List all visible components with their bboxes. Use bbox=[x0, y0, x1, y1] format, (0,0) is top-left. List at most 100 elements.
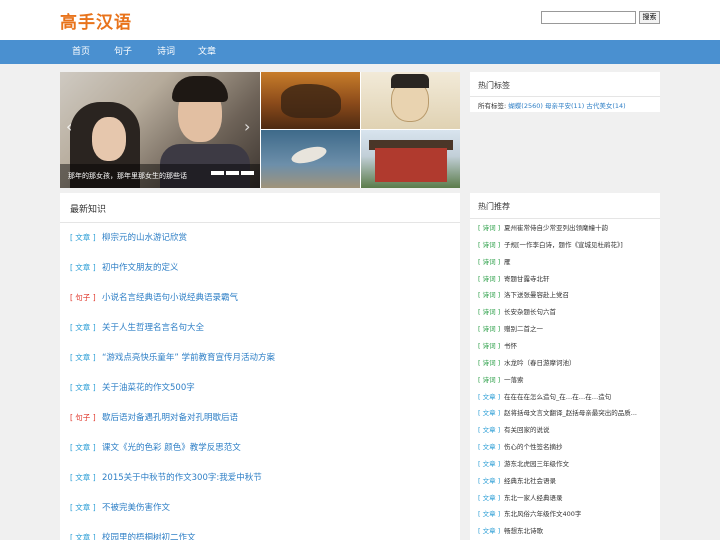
nav-item-poems[interactable]: 诗词 bbox=[157, 40, 175, 64]
category-tag[interactable]: [ 诗词 ] bbox=[478, 340, 504, 352]
list-item[interactable]: [ 文章 ] 2015关于中秋节的作文300字:我爱中秋节 bbox=[70, 471, 262, 485]
category-tag[interactable]: [ 文章 ] bbox=[70, 321, 102, 335]
list-item[interactable]: [ 诗词 ] 一落索 bbox=[478, 374, 656, 386]
list-item[interactable]: [ 文章 ] 经典东北社会语录 bbox=[478, 475, 656, 487]
list-item[interactable]: [ 文章 ] 东北一家人经典语录 bbox=[478, 492, 656, 504]
carousel-prev-icon[interactable]: ‹ bbox=[66, 117, 72, 136]
category-tag[interactable]: [ 文章 ] bbox=[70, 441, 102, 455]
list-item[interactable]: [ 文章 ] 不被完美伤害作文 bbox=[70, 501, 170, 515]
article-link[interactable]: 不被完美伤害作文 bbox=[102, 503, 170, 513]
list-item[interactable]: [ 诗词 ] 赠别二首之一 bbox=[478, 323, 656, 335]
category-tag[interactable]: [ 文章 ] bbox=[478, 424, 504, 436]
list-item[interactable]: [ 句子 ] 小说名言经典语句小说经典语录霸气 bbox=[70, 291, 238, 305]
category-tag[interactable]: [ 诗词 ] bbox=[478, 374, 504, 386]
carousel-next-icon[interactable]: › bbox=[244, 117, 250, 136]
search-input[interactable] bbox=[541, 11, 636, 24]
nav-item-articles[interactable]: 文章 bbox=[198, 40, 216, 64]
list-item[interactable]: [ 诗词 ] 书怀 bbox=[478, 340, 656, 352]
category-tag[interactable]: [ 诗词 ] bbox=[478, 357, 504, 369]
category-tag[interactable]: [ 句子 ] bbox=[70, 411, 102, 425]
list-item[interactable]: [ 文章 ] 有关回家的说说 bbox=[478, 424, 656, 436]
category-tag[interactable]: [ 诗词 ] bbox=[478, 289, 504, 301]
category-tag[interactable]: [ 文章 ] bbox=[70, 381, 102, 395]
list-item[interactable]: [ 诗词 ] 洛下送张曼容赴上党召 bbox=[478, 289, 656, 301]
category-tag[interactable]: [ 文章 ] bbox=[70, 261, 102, 275]
article-link[interactable]: 柳宗元的山水游记欣赏 bbox=[102, 233, 187, 243]
article-link[interactable]: 书怀 bbox=[504, 342, 517, 350]
article-link[interactable]: 关于油菜花的作文500字 bbox=[102, 383, 195, 393]
category-tag[interactable]: [ 文章 ] bbox=[478, 391, 504, 403]
list-item[interactable]: [ 文章 ] 伤心的个性签名摘抄 bbox=[478, 441, 656, 453]
category-tag[interactable]: [ 文章 ] bbox=[70, 351, 102, 365]
article-link[interactable]: 洛下送张曼容赴上党召 bbox=[504, 291, 569, 299]
category-tag[interactable]: [ 文章 ] bbox=[478, 441, 504, 453]
article-link[interactable]: 初中作文朋友的定义 bbox=[102, 263, 179, 273]
article-link[interactable]: 关于人生哲理名言名句大全 bbox=[102, 323, 204, 333]
article-link[interactable]: 歇后语对备遇孔明对备对孔明歇后语 bbox=[102, 413, 238, 423]
category-tag[interactable]: [ 文章 ] bbox=[478, 492, 504, 504]
list-item[interactable]: [ 诗词 ] 雁 bbox=[478, 256, 656, 268]
list-item[interactable]: [ 文章 ] 赵将括母文言文翻译_赵括母亲最突出的品质... bbox=[478, 407, 656, 419]
category-tag[interactable]: [ 句子 ] bbox=[70, 291, 102, 305]
article-link[interactable]: 校园里的梧桐树初二作文 bbox=[102, 533, 196, 540]
list-item[interactable]: [ 诗词 ] 寄题甘露寺北轩 bbox=[478, 273, 656, 285]
article-link[interactable]: 经典东北社会语录 bbox=[504, 477, 556, 485]
list-item[interactable]: [ 文章 ] 初中作文朋友的定义 bbox=[70, 261, 179, 275]
category-tag[interactable]: [ 文章 ] bbox=[478, 475, 504, 487]
search-button[interactable]: 搜索 bbox=[639, 11, 660, 24]
article-link[interactable]: “游戏点亮快乐童年” 学前教育宣传月活动方案 bbox=[102, 353, 275, 363]
carousel-dot[interactable] bbox=[241, 171, 254, 175]
list-item[interactable]: [ 文章 ] 关于人生哲理名言名句大全 bbox=[70, 321, 204, 335]
hot-tags-links[interactable]: 蝴蝶(2560) 母亲平安(11) 古代美女(14) bbox=[508, 102, 625, 110]
article-link[interactable]: 一落索 bbox=[504, 376, 524, 384]
list-item[interactable]: [ 诗词 ] 长安杂题长句六首 bbox=[478, 306, 656, 318]
article-link[interactable]: 东北风俗六年级作文400字 bbox=[504, 510, 581, 518]
list-item[interactable]: [ 文章 ] 柳宗元的山水游记欣赏 bbox=[70, 231, 187, 245]
list-item[interactable]: [ 文章 ] 畅想东北诗歌 bbox=[478, 525, 656, 537]
thumb-image-battle[interactable] bbox=[261, 72, 360, 129]
article-link[interactable]: 有关回家的说说 bbox=[504, 426, 550, 434]
article-link[interactable]: 长安杂题长句六首 bbox=[504, 308, 556, 316]
nav-item-home[interactable]: 首页 bbox=[72, 40, 90, 64]
category-tag[interactable]: [ 诗词 ] bbox=[478, 222, 504, 234]
category-tag[interactable]: [ 文章 ] bbox=[70, 531, 102, 540]
carousel-dot[interactable] bbox=[226, 171, 239, 175]
nav-item-sentences[interactable]: 句子 bbox=[114, 40, 132, 64]
article-link[interactable]: 东北一家人经典语录 bbox=[504, 494, 563, 502]
category-tag[interactable]: [ 文章 ] bbox=[70, 501, 102, 515]
article-link[interactable]: 子规[一作李白诗，题作《宣城见杜鹃花》] bbox=[504, 241, 623, 249]
list-item[interactable]: [ 文章 ] 在在在在怎么造句_在…在…在…造句 bbox=[478, 391, 656, 403]
category-tag[interactable]: [ 诗词 ] bbox=[478, 256, 504, 268]
article-link[interactable]: 2015关于中秋节的作文300字:我爱中秋节 bbox=[102, 473, 262, 483]
category-tag[interactable]: [ 诗词 ] bbox=[478, 239, 504, 251]
category-tag[interactable]: [ 文章 ] bbox=[478, 508, 504, 520]
carousel-slide[interactable]: ‹ › 那年的那女孩，那年里那女生的那些话 bbox=[60, 72, 260, 188]
article-link[interactable]: 畅想东北诗歌 bbox=[504, 527, 543, 535]
category-tag[interactable]: [ 文章 ] bbox=[70, 231, 102, 245]
category-tag[interactable]: [ 诗词 ] bbox=[478, 273, 504, 285]
article-link[interactable]: 雁 bbox=[504, 258, 511, 266]
list-item[interactable]: [ 文章 ] 课文《光的色彩 颜色》教学反思范文 bbox=[70, 441, 241, 455]
list-item[interactable]: [ 文章 ] 校园里的梧桐树初二作文 bbox=[70, 531, 196, 540]
thumb-image-portrait[interactable] bbox=[361, 72, 460, 129]
thumb-image-bird[interactable] bbox=[261, 130, 360, 188]
article-link[interactable]: 小说名言经典语句小说经典语录霸气 bbox=[102, 293, 238, 303]
article-link[interactable]: 赵将括母文言文翻译_赵括母亲最突出的品质... bbox=[504, 409, 637, 417]
article-link[interactable]: 游东北虎园三年级作文 bbox=[504, 460, 569, 468]
article-link[interactable]: 夏州崔常侍自少常亚列出领麾幢十韵 bbox=[504, 224, 608, 232]
category-tag[interactable]: [ 诗词 ] bbox=[478, 323, 504, 335]
category-tag[interactable]: [ 文章 ] bbox=[70, 471, 102, 485]
list-item[interactable]: [ 文章 ] 东北风俗六年级作文400字 bbox=[478, 508, 656, 520]
article-link[interactable]: 寄题甘露寺北轩 bbox=[504, 275, 550, 283]
thumb-image-gate[interactable] bbox=[361, 130, 460, 188]
article-link[interactable]: 伤心的个性签名摘抄 bbox=[504, 443, 563, 451]
category-tag[interactable]: [ 文章 ] bbox=[478, 407, 504, 419]
list-item[interactable]: [ 诗词 ] 水龙吟（春日游摩诃池） bbox=[478, 357, 656, 369]
article-link[interactable]: 在在在在怎么造句_在…在…在…造句 bbox=[504, 393, 611, 401]
list-item[interactable]: [ 诗词 ] 子规[一作李白诗，题作《宣城见杜鹃花》] bbox=[478, 239, 656, 251]
list-item[interactable]: [ 句子 ] 歇后语对备遇孔明对备对孔明歇后语 bbox=[70, 411, 238, 425]
list-item[interactable]: [ 文章 ] “游戏点亮快乐童年” 学前教育宣传月活动方案 bbox=[70, 351, 275, 365]
article-link[interactable]: 赠别二首之一 bbox=[504, 325, 543, 333]
article-link[interactable]: 水龙吟（春日游摩诃池） bbox=[504, 359, 576, 367]
category-tag[interactable]: [ 文章 ] bbox=[478, 525, 504, 537]
